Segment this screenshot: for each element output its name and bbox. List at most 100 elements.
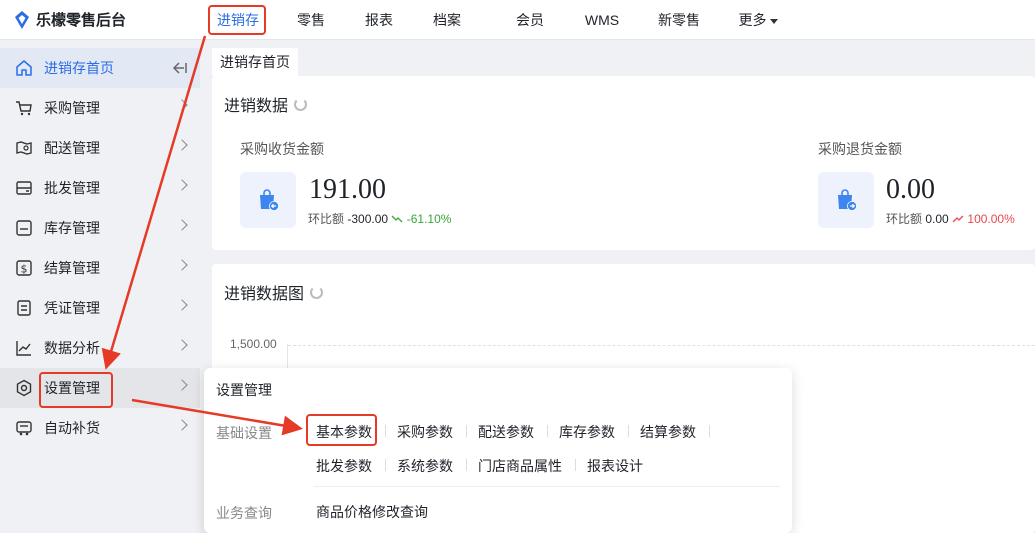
nav-wms[interactable]: WMS xyxy=(570,0,634,40)
sidebar-item-label: 进销存首页 xyxy=(44,60,114,76)
link-settlement-params[interactable]: 结算参数 xyxy=(640,422,696,442)
cart-icon xyxy=(14,98,34,118)
link-store-product-attrs[interactable]: 门店商品属性 xyxy=(478,456,562,476)
annotation-box-nav xyxy=(208,5,266,35)
svg-text:$: $ xyxy=(21,263,28,276)
purchase-return-ratio: 环比额 0.00 100.00% xyxy=(886,210,1015,227)
refresh-icon[interactable] xyxy=(310,285,324,299)
trend-up-icon xyxy=(952,215,964,223)
separator xyxy=(385,459,386,471)
separator xyxy=(628,425,629,437)
page-tabs: 进销存首页 xyxy=(212,48,298,76)
sidebar-item-voucher[interactable]: 凭证管理 xyxy=(0,288,200,328)
nav-xinlingshou[interactable]: 新零售 xyxy=(634,0,724,40)
app-title: 乐檬零售后台 xyxy=(36,12,127,29)
nav-dangan[interactable]: 档案 xyxy=(404,0,490,40)
sidebar-item-label: 数据分析 xyxy=(44,340,100,356)
document-icon xyxy=(14,298,34,318)
group-label-query: 业务查询 xyxy=(216,505,272,521)
sidebar-item-label: 结算管理 xyxy=(44,260,100,276)
shopping-bag-in-icon xyxy=(260,189,279,211)
group-label-basic: 基础设置 xyxy=(216,425,272,441)
nav-more[interactable]: 更多 xyxy=(724,0,792,40)
separator xyxy=(575,459,576,471)
chart-title: 进销数据图 xyxy=(224,286,305,303)
sidebar-item-analytics[interactable]: 数据分析 xyxy=(0,328,200,368)
chevron-right-icon xyxy=(176,299,188,311)
home-icon xyxy=(14,58,34,78)
separator xyxy=(385,425,386,437)
ratio-label: 环比额 xyxy=(308,212,345,226)
chevron-right-icon xyxy=(176,339,188,351)
inventory-icon xyxy=(14,218,34,238)
y-tick-label: 1,500.00 xyxy=(230,337,277,351)
purchase-receipt-ratio: 环比额 -300.00 -61.10% xyxy=(308,210,451,227)
ratio-value: -300.00 xyxy=(347,212,389,226)
dropdown-title: 设置管理 xyxy=(216,382,272,398)
nav-lingshou[interactable]: 零售 xyxy=(268,0,354,40)
top-bar: 乐檬零售后台 进销存 零售 报表 档案 会员 WMS 新零售 更多 xyxy=(0,0,1035,40)
trend-down-icon xyxy=(391,215,403,223)
sidebar-item-label: 配送管理 xyxy=(44,140,100,156)
purchase-return-iconbox xyxy=(818,172,874,228)
settings-icon xyxy=(14,378,34,398)
storage-icon xyxy=(14,178,34,198)
separator xyxy=(709,425,710,437)
link-wholesale-params[interactable]: 批发参数 xyxy=(316,456,372,476)
sidebar: 进销存首页 采购管理 配送管理 批发管理 库存管理 $ 结算管理 凭证管理 数据… xyxy=(0,40,200,533)
shopping-bag-out-icon xyxy=(838,189,857,211)
purchase-return-value: 0.00 xyxy=(886,174,935,205)
link-purchase-params[interactable]: 采购参数 xyxy=(397,422,453,442)
sidebar-item-delivery[interactable]: 配送管理 xyxy=(0,128,200,168)
ratio-label: 环比额 xyxy=(886,212,923,226)
link-price-change-query[interactable]: 商品价格修改查询 xyxy=(316,502,428,522)
link-delivery-params[interactable]: 配送参数 xyxy=(478,422,534,442)
sidebar-item-auto-replenish[interactable]: 自动补货 xyxy=(0,408,200,448)
sidebar-item-label: 库存管理 xyxy=(44,220,100,236)
nav-more-label: 更多 xyxy=(738,12,767,28)
sidebar-item-label: 采购管理 xyxy=(44,100,100,116)
purchase-return-label: 采购退货金额 xyxy=(818,141,902,157)
link-inventory-params[interactable]: 库存参数 xyxy=(559,422,615,442)
sidebar-item-label: 自动补货 xyxy=(44,420,100,436)
refresh-icon[interactable] xyxy=(294,97,308,111)
sidebar-item-purchase[interactable]: 采购管理 xyxy=(0,88,200,128)
purchase-receipt-iconbox xyxy=(240,172,296,228)
top-nav: 进销存 零售 报表 档案 会员 WMS 新零售 更多 xyxy=(208,0,792,40)
sidebar-item-wholesale[interactable]: 批发管理 xyxy=(0,168,200,208)
chevron-right-icon xyxy=(176,379,188,391)
annotation-box-settings xyxy=(39,372,113,408)
group-divider xyxy=(314,486,780,487)
chevron-right-icon xyxy=(176,219,188,231)
settings-dropdown: 设置管理 基础设置 基本参数 采购参数 配送参数 库存参数 结算参数 批发参数 … xyxy=(204,368,792,533)
dollar-icon: $ xyxy=(14,258,34,278)
ratio-percent: 100.00% xyxy=(967,212,1015,226)
summary-title-row: 进销数据 xyxy=(224,92,308,116)
nav-baobiao[interactable]: 报表 xyxy=(354,0,404,40)
tab-home[interactable]: 进销存首页 xyxy=(212,48,298,76)
link-system-params[interactable]: 系统参数 xyxy=(397,456,453,476)
app-logo[interactable]: 乐檬零售后台 xyxy=(14,9,126,30)
sidebar-item-inventory[interactable]: 库存管理 xyxy=(0,208,200,248)
separator xyxy=(466,459,467,471)
logo-icon xyxy=(15,10,29,29)
purchase-receipt-value: 191.00 xyxy=(309,174,386,205)
sidebar-item-label: 凭证管理 xyxy=(44,300,100,316)
collapse-sidebar-icon[interactable] xyxy=(172,60,188,76)
link-report-design[interactable]: 报表设计 xyxy=(587,456,643,476)
map-icon xyxy=(14,138,34,158)
chart-icon xyxy=(14,338,34,358)
nav-huiyuan[interactable]: 会员 xyxy=(490,0,570,40)
chevron-right-icon xyxy=(176,419,188,431)
chart-title-row: 进销数据图 xyxy=(224,280,324,304)
chevron-right-icon xyxy=(176,179,188,191)
separator xyxy=(547,425,548,437)
sidebar-item-home[interactable]: 进销存首页 xyxy=(0,48,200,88)
chevron-right-icon xyxy=(176,259,188,271)
caret-down-icon xyxy=(769,18,778,24)
sidebar-item-settlement[interactable]: $ 结算管理 xyxy=(0,248,200,288)
sidebar-item-label: 批发管理 xyxy=(44,180,100,196)
purchase-receipt-label: 采购收货金额 xyxy=(240,141,324,157)
truck-icon xyxy=(14,418,34,438)
section-title: 进销数据 xyxy=(224,98,289,115)
